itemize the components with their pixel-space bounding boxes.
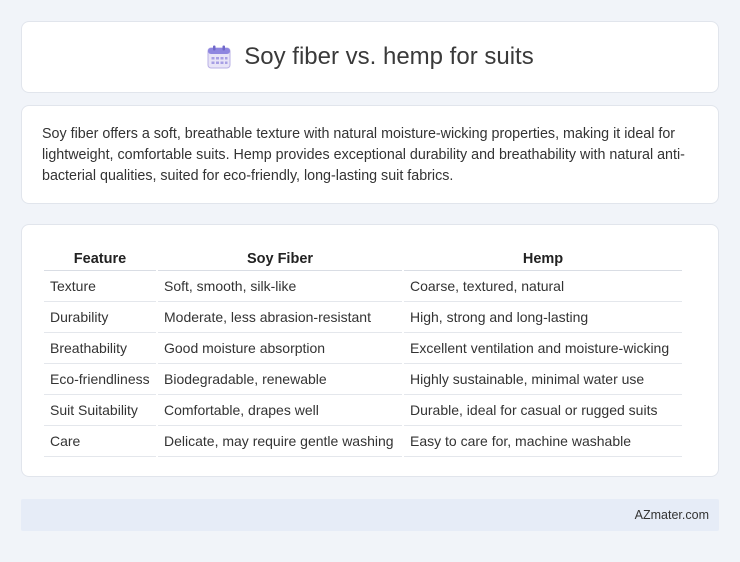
footer-site-link[interactable]: AZmater.com [635, 508, 709, 522]
table-row: Durability Moderate, less abrasion-resis… [44, 302, 682, 333]
title-card: Soy fiber vs. hemp for suits [21, 21, 719, 93]
feature-cell: Texture [44, 271, 156, 302]
feature-cell: Breathability [44, 333, 156, 364]
hemp-cell: Durable, ideal for casual or rugged suit… [404, 395, 682, 426]
feature-cell: Care [44, 426, 156, 457]
footer-bar: AZmater.com [21, 499, 719, 531]
page-title: Soy fiber vs. hemp for suits [244, 43, 534, 70]
hemp-cell: Coarse, textured, natural [404, 271, 682, 302]
comparison-table-card: Feature Soy Fiber Hemp Texture Soft, smo… [21, 224, 719, 477]
soy-fiber-cell: Biodegradable, renewable [158, 364, 402, 395]
table-row: Suit Suitability Comfortable, drapes wel… [44, 395, 682, 426]
table-header-row: Feature Soy Fiber Hemp [44, 245, 682, 271]
hemp-cell: Excellent ventilation and moisture-wicki… [404, 333, 682, 364]
column-header-soy-fiber: Soy Fiber [158, 245, 402, 271]
title-wrap: Soy fiber vs. hemp for suits [206, 43, 534, 71]
soy-fiber-cell: Comfortable, drapes well [158, 395, 402, 426]
table-row: Eco-friendliness Biodegradable, renewabl… [44, 364, 682, 395]
comparison-table: Feature Soy Fiber Hemp Texture Soft, smo… [42, 245, 684, 457]
calendar-icon [206, 44, 232, 70]
column-header-feature: Feature [44, 245, 156, 271]
soy-fiber-cell: Moderate, less abrasion-resistant [158, 302, 402, 333]
soy-fiber-cell: Delicate, may require gentle washing [158, 426, 402, 457]
hemp-cell: Highly sustainable, minimal water use [404, 364, 682, 395]
summary-text: Soy fiber offers a soft, breathable text… [42, 126, 685, 184]
summary-card: Soy fiber offers a soft, breathable text… [21, 105, 719, 204]
feature-cell: Eco-friendliness [44, 364, 156, 395]
table-row: Texture Soft, smooth, silk-like Coarse, … [44, 271, 682, 302]
table-row: Care Delicate, may require gentle washin… [44, 426, 682, 457]
column-header-hemp: Hemp [404, 245, 682, 271]
hemp-cell: High, strong and long-lasting [404, 302, 682, 333]
feature-cell: Durability [44, 302, 156, 333]
soy-fiber-cell: Soft, smooth, silk-like [158, 271, 402, 302]
hemp-cell: Easy to care for, machine washable [404, 426, 682, 457]
table-row: Breathability Good moisture absorption E… [44, 333, 682, 364]
feature-cell: Suit Suitability [44, 395, 156, 426]
soy-fiber-cell: Good moisture absorption [158, 333, 402, 364]
